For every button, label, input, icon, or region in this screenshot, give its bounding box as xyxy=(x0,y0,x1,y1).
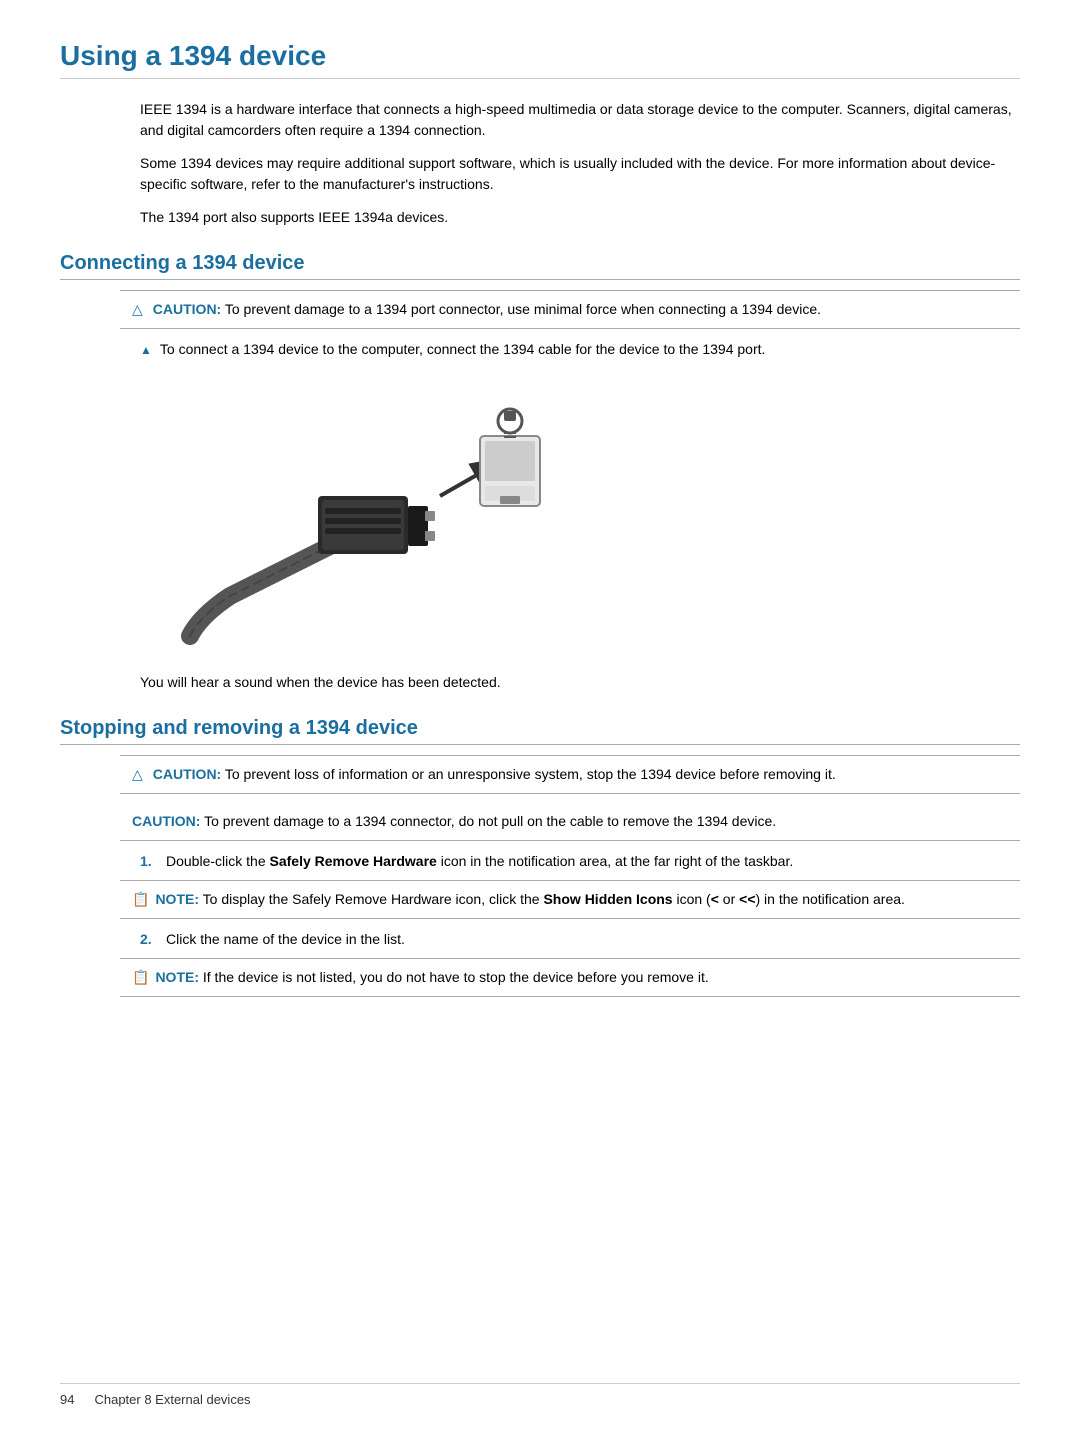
note-box-1: 📋 NOTE: To display the Safely Remove Har… xyxy=(120,880,1020,919)
note-box-2: 📋 NOTE: If the device is not listed, you… xyxy=(120,958,1020,997)
bullet-triangle-icon: ▲ xyxy=(140,341,152,359)
stopping-caution-2-text: To prevent damage to a 1394 connector, d… xyxy=(204,813,776,829)
footer-chapter: Chapter 8 External devices xyxy=(94,1392,250,1407)
note-2-content: NOTE: If the device is not listed, you d… xyxy=(155,967,708,988)
connector-svg xyxy=(140,376,620,656)
connecting-section-title: Connecting a 1394 device xyxy=(60,252,1020,280)
stopping-caution-box-2: CAUTION: To prevent damage to a 1394 con… xyxy=(120,803,1020,841)
intro-paragraph-2: Some 1394 devices may require additional… xyxy=(140,153,1020,195)
stopping-caution-2-content: CAUTION: To prevent damage to a 1394 con… xyxy=(132,811,776,832)
image-caption: You will hear a sound when the device ha… xyxy=(140,672,1020,693)
note-1-content: NOTE: To display the Safely Remove Hardw… xyxy=(155,889,904,910)
step-2-item: 2. Click the name of the device in the l… xyxy=(140,929,1020,950)
connecting-bullet-text: To connect a 1394 device to the computer… xyxy=(160,339,766,360)
connecting-caution-text: To prevent damage to a 1394 port connect… xyxy=(225,301,821,317)
note-2-text: If the device is not listed, you do not … xyxy=(203,969,709,985)
step-1-item: 1. Double-click the Safely Remove Hardwa… xyxy=(140,851,1020,872)
note-icon-1: 📋 xyxy=(132,889,149,910)
stopping-section-title: Stopping and removing a 1394 device xyxy=(60,717,1020,745)
step-1-number: 1. xyxy=(140,851,158,872)
stopping-caution-1-content: CAUTION: To prevent loss of information … xyxy=(153,764,836,785)
caution-triangle-icon-2: △ xyxy=(132,764,143,785)
stopping-caution-box-1: △ CAUTION: To prevent loss of informatio… xyxy=(120,755,1020,794)
connecting-caution-box: △ CAUTION: To prevent damage to a 1394 p… xyxy=(120,290,1020,329)
note-1-text: To display the Safely Remove Hardware ic… xyxy=(203,891,905,907)
footer: 94 Chapter 8 External devices xyxy=(60,1383,1020,1407)
intro-paragraph-3: The 1394 port also supports IEEE 1394a d… xyxy=(140,207,1020,228)
connector-image-area xyxy=(140,376,620,656)
footer-page-number: 94 xyxy=(60,1392,74,1407)
connecting-bullet-item: ▲ To connect a 1394 device to the comput… xyxy=(140,339,1020,360)
step-2-text: Click the name of the device in the list… xyxy=(166,929,405,950)
note-icon-2: 📋 xyxy=(132,967,149,988)
page-title: Using a 1394 device xyxy=(60,40,1020,79)
step-1-text: Double-click the Safely Remove Hardware … xyxy=(166,851,793,872)
caution-triangle-icon: △ xyxy=(132,299,143,320)
step-2-number: 2. xyxy=(140,929,158,950)
stopping-caution-1-text: To prevent loss of information or an unr… xyxy=(225,766,836,782)
intro-paragraph-1: IEEE 1394 is a hardware interface that c… xyxy=(140,99,1020,141)
connecting-caution-label: CAUTION: To prevent damage to a 1394 por… xyxy=(153,299,821,320)
